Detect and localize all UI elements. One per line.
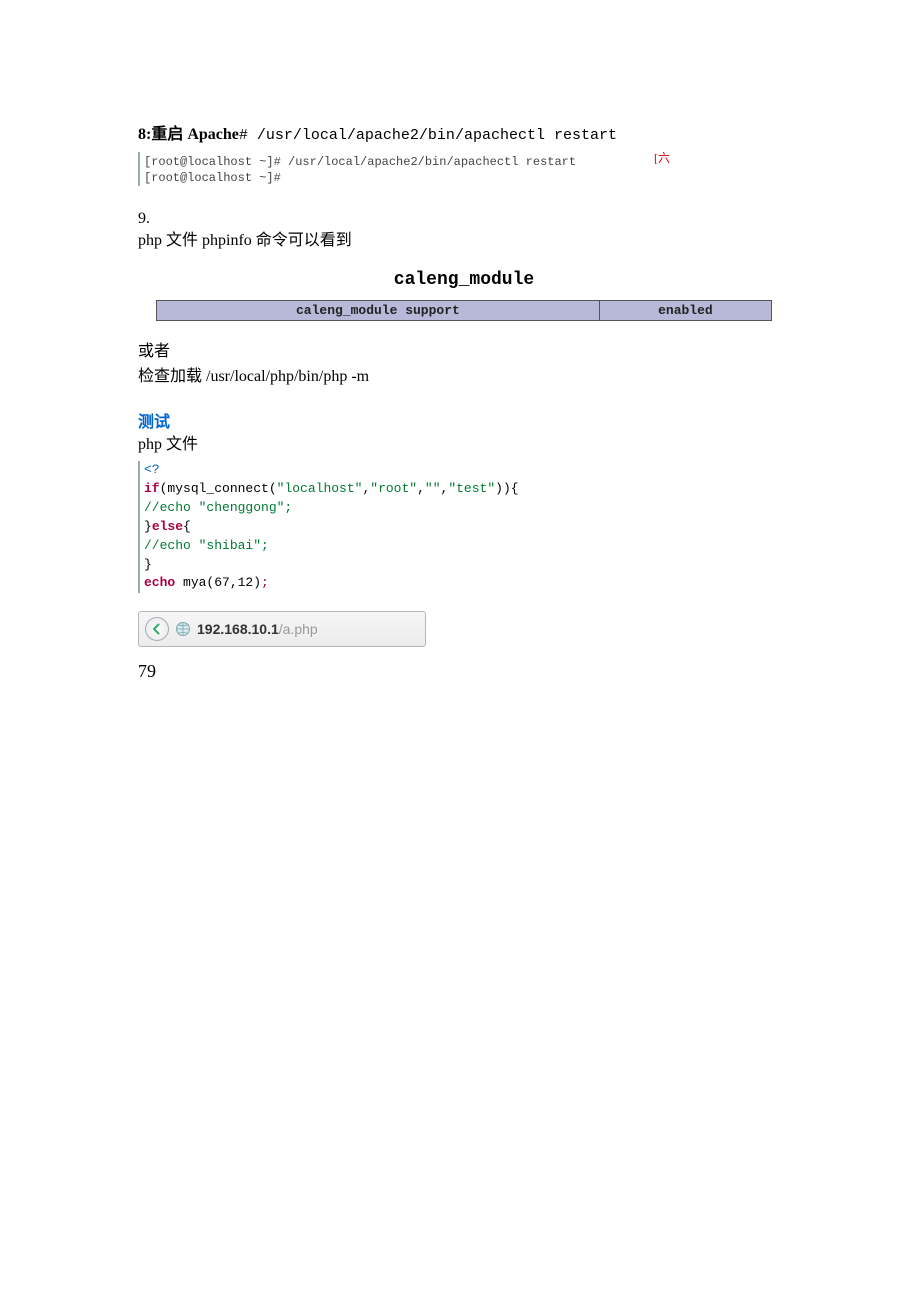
code-l3: //echo "chenggong";	[144, 500, 292, 515]
code-s1: "localhost"	[277, 481, 363, 496]
code-l2a: (mysql_connect(	[160, 481, 277, 496]
step8-cmd-prefix: #	[239, 127, 257, 144]
module-table: caleng_module support enabled	[156, 300, 772, 321]
url-path: /a.php	[279, 621, 318, 637]
test-subtitle: php 文件	[138, 432, 790, 458]
module-title: caleng_module	[138, 270, 790, 290]
terminal-line-2: [root@localhost ~]#	[144, 170, 790, 186]
step8-heading: 8:重启 Apache# /usr/local/apache2/bin/apac…	[138, 120, 790, 144]
code-l4a: }	[144, 519, 152, 534]
result-output: 79	[138, 661, 790, 682]
module-enabled-cell: enabled	[599, 300, 771, 320]
step9-line: php 文件 phpinfo 命令可以看到	[138, 228, 790, 254]
step8-label: 8:重启 Apache	[138, 126, 239, 143]
code-else: else	[152, 519, 183, 534]
code-l5: //echo "shibai";	[144, 538, 269, 553]
php-code-block: <? if(mysql_connect("localhost","root","…	[138, 461, 790, 593]
step9-num: 9.	[138, 210, 790, 228]
code-open-tag: <?	[144, 462, 160, 477]
code-s2: "root"	[370, 481, 417, 496]
terminal-output: [六 [root@localhost ~]# /usr/local/apache…	[138, 152, 790, 186]
code-l7semi: ;	[261, 575, 269, 590]
module-support-cell: caleng_module support	[157, 300, 600, 320]
terminal-line-1: [root@localhost ~]# /usr/local/apache2/b…	[144, 154, 790, 170]
code-c2: ,	[417, 481, 425, 496]
globe-icon	[175, 621, 191, 637]
code-l4b: {	[183, 519, 191, 534]
code-echo: echo	[144, 575, 175, 590]
code-s3: ""	[425, 481, 441, 496]
url-host: 192.168.10.1	[197, 621, 279, 637]
code-if: if	[144, 481, 160, 496]
or-label: 或者	[138, 339, 790, 365]
code-l2end: )){	[495, 481, 518, 496]
code-l6: }	[144, 557, 152, 572]
terminal-annotation: [六	[654, 152, 670, 166]
back-arrow-icon	[151, 623, 163, 635]
test-heading: 测试	[138, 408, 790, 432]
url-text[interactable]: 192.168.10.1/a.php	[197, 621, 318, 637]
step8-cmd: /usr/local/apache2/bin/apachectl restart	[257, 127, 617, 144]
check-line: 检查加载 /usr/local/php/bin/php -m	[138, 364, 790, 390]
code-l7rest: mya(67,12)	[175, 575, 261, 590]
back-button[interactable]	[145, 617, 169, 641]
browser-addressbar: 192.168.10.1/a.php	[138, 611, 426, 647]
code-s4: "test"	[448, 481, 495, 496]
